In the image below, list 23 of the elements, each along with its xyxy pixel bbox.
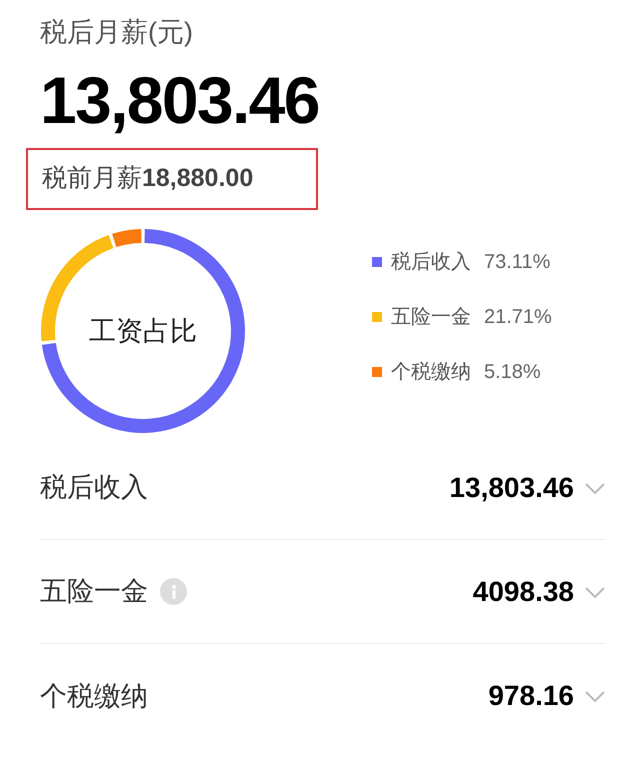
info-icon[interactable] <box>160 578 187 605</box>
page-title: 税后月薪(元) <box>40 16 194 49</box>
breakdown-row[interactable]: 五险一金 4098.38 <box>40 540 606 644</box>
legend-label: 税后收入 <box>391 250 472 275</box>
legend-label: 五险一金 <box>391 305 472 330</box>
legend-percent: 21.71% <box>484 305 552 330</box>
net-salary-amount: 13,803.46 <box>40 62 320 139</box>
row-value: 978.16 <box>488 679 574 713</box>
row-label: 税后收入 <box>40 471 148 504</box>
legend-percent: 73.11% <box>484 250 550 275</box>
row-label: 五险一金 <box>40 575 148 608</box>
breakdown-row[interactable]: 个税缴纳 978.16 <box>40 644 606 748</box>
legend-label: 个税缴纳 <box>391 360 472 385</box>
row-value: 13,803.46 <box>449 470 574 504</box>
row-value: 4098.38 <box>472 574 574 608</box>
legend-percent: 5.18% <box>484 360 541 385</box>
row-label: 个税缴纳 <box>40 680 148 713</box>
chevron-down-icon <box>584 482 606 494</box>
chart-center-label: 工资占比 <box>89 314 197 348</box>
chevron-down-icon <box>584 586 606 598</box>
pretax-salary: 税前月薪18,880.00 <box>42 163 254 194</box>
chevron-down-icon <box>584 690 606 702</box>
breakdown-row[interactable]: 税后收入 13,803.46 <box>40 436 606 540</box>
